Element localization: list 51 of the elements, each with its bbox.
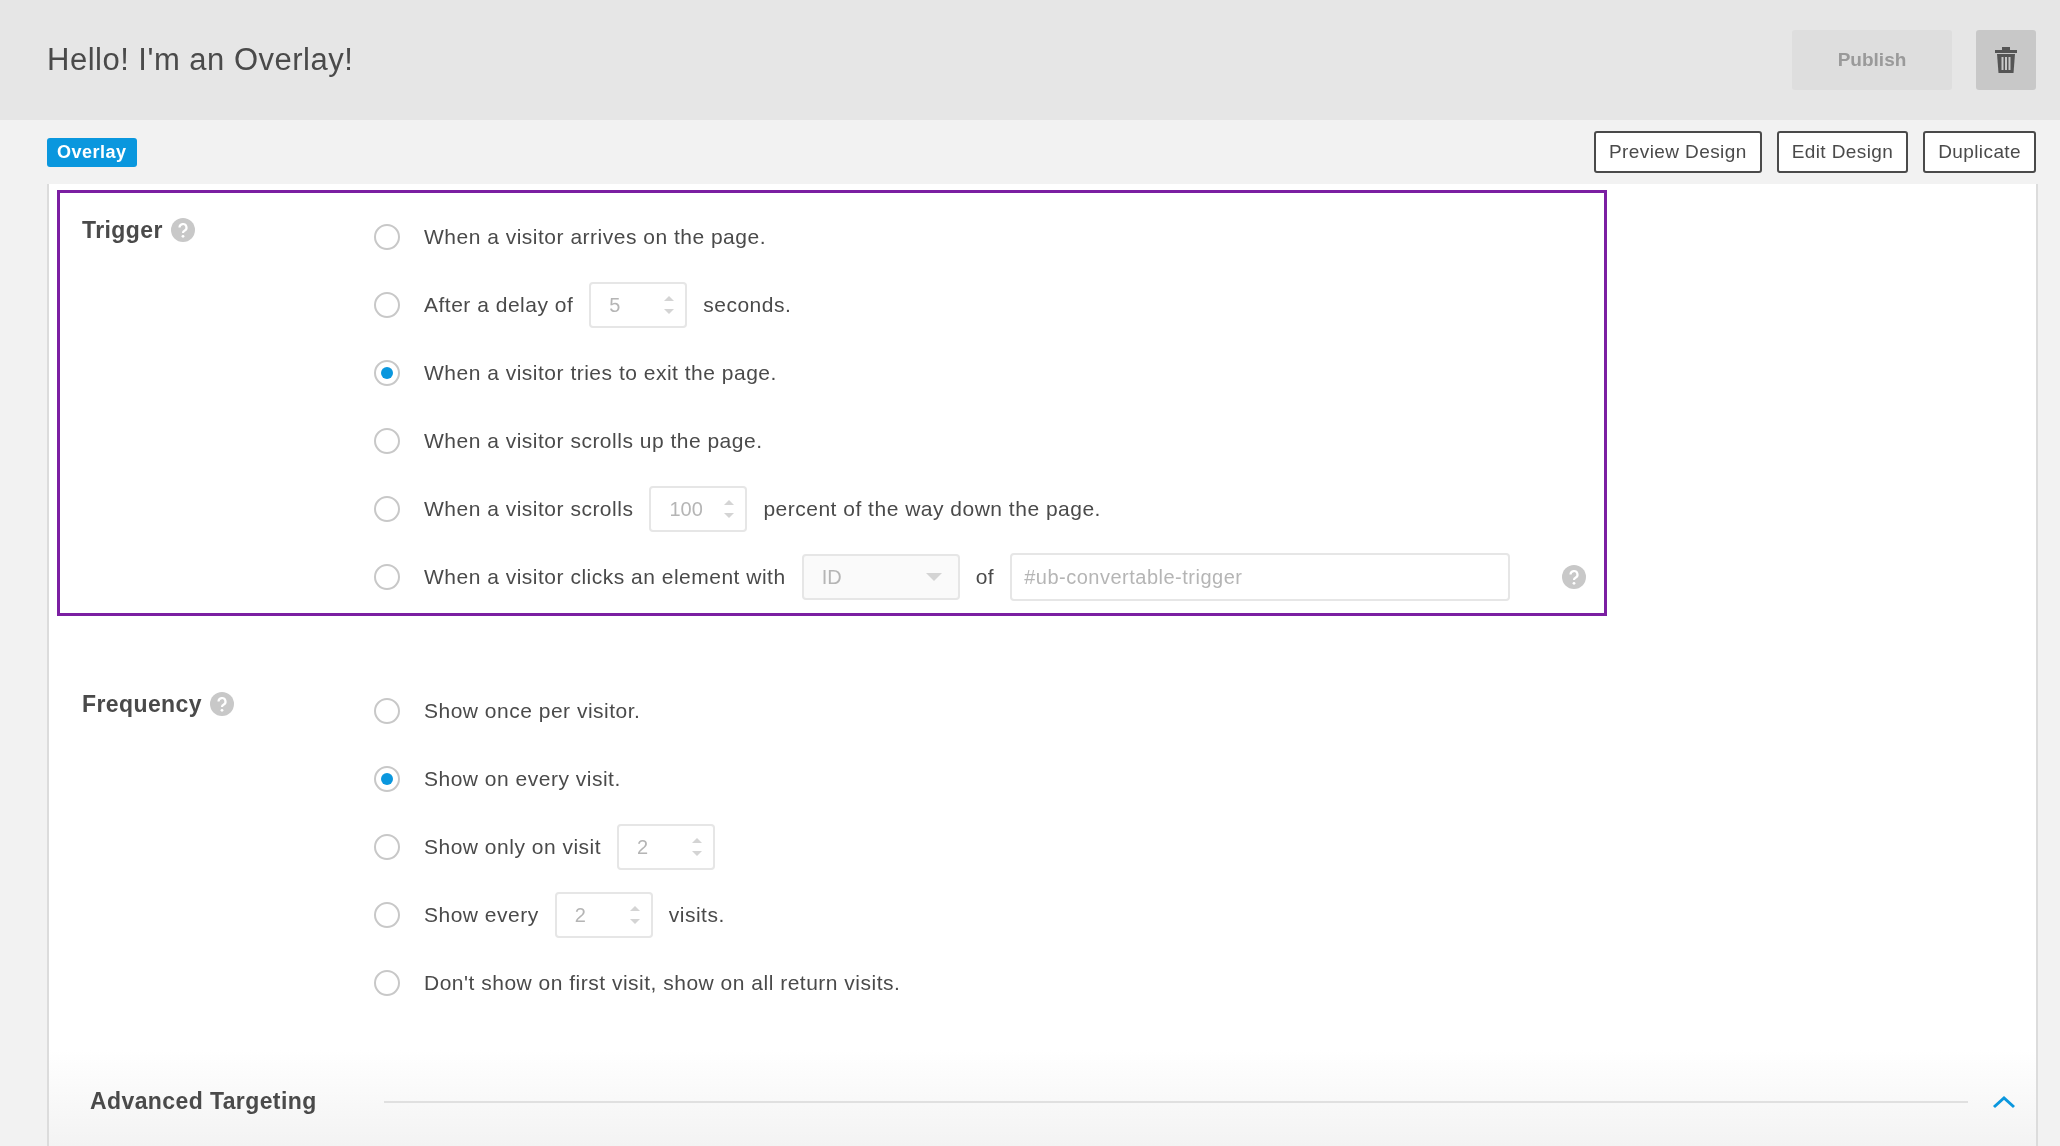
stepper-arrows-icon	[628, 903, 641, 927]
option-label: Show every	[424, 903, 539, 927]
help-icon[interactable]	[1562, 565, 1586, 589]
selector-input-field[interactable]: #ub-convertable-trigger	[1010, 553, 1511, 601]
toolbar-button[interactable]: Edit Design	[1776, 131, 1909, 173]
help-icon[interactable]	[209, 692, 234, 716]
stepper-arrows-icon	[723, 497, 736, 521]
trash-icon	[1995, 47, 2017, 73]
delete-button[interactable]	[1976, 30, 2036, 90]
section-title: Advanced Targeting	[90, 1088, 318, 1115]
option-label: When a visitor clicks an element with	[424, 565, 786, 589]
stepper-arrows-icon	[663, 293, 676, 317]
option-label: After a delay of	[424, 293, 574, 317]
option-label: Show once per visitor.	[424, 699, 641, 723]
chevron-up-icon	[1992, 1094, 2016, 1109]
number-field[interactable]: 5	[589, 282, 688, 328]
option-label: Show only on visit	[424, 835, 602, 859]
option-label: of	[975, 565, 995, 589]
option-label: When a visitor arrives on the page.	[424, 225, 766, 249]
type-dropdown[interactable]: ID	[801, 554, 960, 600]
dropdown-caret-icon	[925, 572, 942, 582]
option-label: seconds.	[703, 293, 792, 317]
radio-button[interactable]	[374, 766, 400, 792]
page-title: Hello! I'm an Overlay!	[47, 42, 354, 78]
option-label: Show on every visit.	[424, 767, 621, 791]
section-title: Trigger	[82, 217, 163, 244]
option-label: When a visitor tries to exit the page.	[424, 361, 777, 385]
radio-button[interactable]	[374, 496, 400, 522]
option-label: Don't show on first visit, show on all return visits.	[424, 971, 901, 995]
section-title: Frequency	[82, 691, 202, 718]
radio-button[interactable]	[374, 698, 400, 724]
radio-button[interactable]	[374, 360, 400, 386]
option-label: visits.	[668, 903, 725, 927]
type-badge: Overlay	[47, 137, 137, 167]
radio-button[interactable]	[374, 902, 400, 928]
radio-button[interactable]	[374, 834, 400, 860]
option-label: When a visitor scrolls	[424, 497, 634, 521]
toolbar-button[interactable]: Duplicate	[1923, 131, 2036, 173]
radio-button[interactable]	[374, 292, 400, 318]
radio-button[interactable]	[374, 564, 400, 590]
number-field[interactable]: 2	[554, 892, 653, 938]
help-icon[interactable]	[170, 218, 195, 242]
number-field[interactable]: 2	[617, 824, 716, 870]
radio-button[interactable]	[374, 970, 400, 996]
number-field[interactable]: 100	[649, 486, 748, 532]
stepper-arrows-icon	[691, 835, 704, 859]
toolbar-button[interactable]: Preview Design	[1594, 131, 1762, 173]
option-label: percent of the way down the page.	[763, 497, 1101, 521]
radio-button[interactable]	[374, 428, 400, 454]
radio-button[interactable]	[374, 224, 400, 250]
option-label: When a visitor scrolls up the page.	[424, 429, 763, 453]
